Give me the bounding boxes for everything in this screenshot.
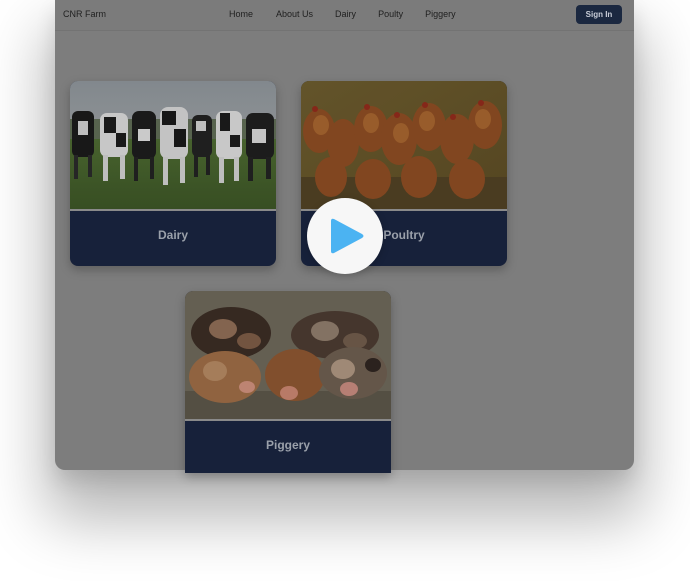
nav-link-about-us[interactable]: About Us bbox=[276, 9, 313, 19]
dairy-cows-photo bbox=[70, 81, 276, 209]
nav-link-dairy[interactable]: Dairy bbox=[335, 9, 356, 19]
poultry-image bbox=[301, 81, 507, 209]
nav-link-home[interactable]: Home bbox=[229, 9, 253, 19]
nav-link-poulty[interactable]: Poulty bbox=[378, 9, 403, 19]
nav-link-piggery[interactable]: Piggery bbox=[425, 9, 456, 19]
play-icon bbox=[331, 218, 364, 254]
poultry-hens-photo bbox=[301, 81, 507, 209]
navbar: CNR Farm Home About Us Dairy Poulty Pigg… bbox=[55, 0, 634, 31]
dairy-image bbox=[70, 81, 276, 209]
piggery-card-label: Piggery bbox=[185, 419, 391, 473]
piggery-card[interactable]: Piggery bbox=[185, 291, 391, 473]
sign-in-button[interactable]: Sign In bbox=[576, 5, 622, 24]
nav-links: Home About Us Dairy Poulty Piggery bbox=[229, 9, 456, 19]
brand-logo[interactable]: CNR Farm bbox=[63, 9, 106, 19]
dairy-card-label: Dairy bbox=[70, 209, 276, 266]
dairy-card[interactable]: Dairy bbox=[70, 81, 276, 266]
video-thumbnail: CNR Farm Home About Us Dairy Poulty Pigg… bbox=[0, 0, 690, 581]
play-button[interactable] bbox=[307, 198, 383, 274]
piggery-image bbox=[185, 291, 391, 419]
piggery-piglets-photo bbox=[185, 291, 391, 419]
